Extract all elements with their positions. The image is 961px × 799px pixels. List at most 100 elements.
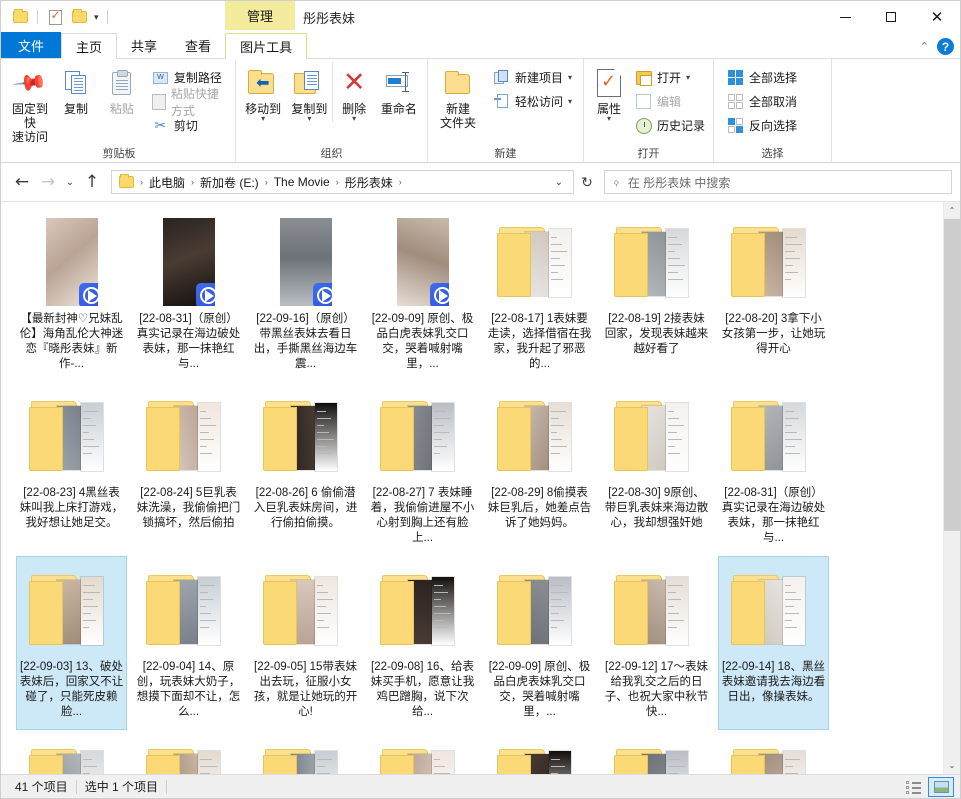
breadcrumb-folder-icon[interactable]: [114, 171, 139, 193]
paste-shortcut-icon: [151, 93, 166, 110]
breadcrumb-item-this-pc[interactable]: 此电脑: [144, 171, 190, 193]
qat-properties-icon[interactable]: [44, 6, 66, 28]
file-tile[interactable]: [22-08-27] 7 表妹睡着，我偷偷进屋不小心射到胸上还有脸上...: [367, 382, 478, 556]
back-button[interactable]: ←: [9, 169, 35, 195]
search-input[interactable]: 在 彤彤表妹 中搜索: [628, 174, 731, 191]
file-tile[interactable]: [22-09-09] 原创、极品白虎表妹乳交口交，哭着喊射嘴里，...: [484, 556, 595, 730]
large-icons-view-button[interactable]: [928, 776, 954, 797]
qat-new-folder-icon[interactable]: [68, 6, 90, 28]
file-grid: 【最新封神♡兄妹乱伦】海角乱伦大神迷恋『晓彤表妹』新作-... [22-08-31…: [1, 202, 943, 774]
recent-locations-button[interactable]: ⌄: [61, 169, 79, 195]
file-tile[interactable]: [22-11-16] 兄弟们，我回来了。这段时间发生了很多事情!: [250, 730, 361, 774]
file-tile[interactable]: [22-09-09] 原创、极品白虎表妹乳交口交，哭着喊射嘴里，...: [367, 208, 478, 382]
properties-button[interactable]: 属性 ▾: [588, 62, 630, 123]
edit-button[interactable]: 编辑: [632, 91, 708, 112]
address-dropdown-icon[interactable]: ⌄: [547, 177, 571, 188]
selection-count-label: 选中 1 个项目: [84, 780, 159, 794]
file-tile[interactable]: [22-08-30] 9原创、带巨乳表妹来海边散心，我却想强奸她: [601, 382, 712, 556]
rename-button[interactable]: 重命名: [375, 62, 423, 116]
refresh-button[interactable]: ↻: [574, 174, 600, 191]
file-tile[interactable]: [22-09-04] 14、原创，玩表妹大奶子，想摸下面却不让，怎么...: [133, 556, 244, 730]
select-all-button[interactable]: 全部选择: [724, 67, 800, 88]
file-tile[interactable]: [22-09-08] 16、给表妹买手机，愿意让我鸡巴蹭胸，说下次给...: [367, 556, 478, 730]
vertical-scrollbar[interactable]: ⌃ ⌄: [943, 202, 960, 774]
paste-button[interactable]: 粘贴: [99, 62, 145, 116]
easy-access-icon: [493, 93, 510, 110]
file-tile[interactable]: [22-08-31]（原创）真实记录在海边破处表妹，那一抹艳红与...: [718, 382, 829, 556]
maximize-button[interactable]: [868, 1, 914, 33]
copy-button[interactable]: 复制: [53, 62, 99, 116]
delete-button[interactable]: ✕ 删除 ▾: [332, 62, 374, 123]
scroll-down-button[interactable]: ⌄: [944, 757, 960, 774]
video-thumbnail: [279, 218, 332, 306]
history-button[interactable]: 历史记录: [632, 115, 708, 136]
minimize-button[interactable]: [822, 1, 868, 33]
open-caret[interactable]: ▾: [686, 73, 690, 81]
copy-to-caret[interactable]: ▾: [307, 115, 311, 123]
file-tile[interactable]: [22-08-31]（原创）真实记录在海边破处表妹，那一抹艳红与...: [133, 208, 244, 382]
paste-shortcut-button[interactable]: 粘贴快捷方式: [149, 87, 231, 118]
qat-customize-caret[interactable]: ▾: [92, 12, 101, 23]
new-item-caret[interactable]: ▾: [568, 73, 572, 81]
file-tile[interactable]: [484, 730, 595, 774]
select-none-button[interactable]: 全部取消: [724, 91, 800, 112]
close-button[interactable]: ✕: [914, 1, 960, 33]
move-to-button[interactable]: ⬅ 移动到 ▾: [240, 62, 286, 123]
properties-caret[interactable]: ▾: [607, 115, 611, 123]
file-tile-selected[interactable]: [22-09-14] 18、黑丝表妹邀请我去海边看日出，像操表妹。: [718, 556, 829, 730]
file-tile-selected[interactable]: [22-09-03] 13、破处表妹后，回家又不让碰了，只能死皮赖脸...: [16, 556, 127, 730]
new-folder-button[interactable]: 新建 文件夹: [432, 62, 484, 130]
scrollbar-track[interactable]: [944, 219, 960, 757]
folder-thumbnail-icon: [730, 397, 817, 475]
forward-button[interactable]: →: [35, 169, 61, 195]
breadcrumb[interactable]: › 此电脑 › 新加卷 (E:) › The Movie › 彤彤表妹 › ⌄: [111, 170, 574, 194]
file-tile[interactable]: [367, 730, 478, 774]
file-tile[interactable]: [22-08-17] 1表妹要走读，选择借宿在我家，我升起了邪恶的...: [484, 208, 595, 382]
collapse-ribbon-icon[interactable]: ⌃: [920, 40, 929, 53]
details-view-button[interactable]: [900, 777, 926, 797]
breadcrumb-item-the-movie[interactable]: The Movie: [269, 171, 335, 193]
help-icon[interactable]: ?: [937, 38, 954, 55]
breadcrumb-item-drive-e[interactable]: 新加卷 (E:): [195, 171, 264, 193]
tab-file[interactable]: 文件: [1, 32, 62, 58]
delete-caret[interactable]: ▾: [352, 115, 356, 123]
open-button[interactable]: 打开 ▾: [632, 67, 708, 88]
scroll-up-button[interactable]: ⌃: [944, 202, 960, 219]
move-to-caret[interactable]: ▾: [261, 115, 265, 123]
file-name-label: [22-09-05] 15带表妹出去玩，征服小女孩，就是让她玩的开心!: [253, 661, 358, 718]
new-item-button[interactable]: 新建项目 ▾: [490, 67, 575, 88]
scrollbar-thumb[interactable]: [944, 219, 960, 532]
copy-to-button[interactable]: 复制到 ▾: [286, 62, 332, 123]
tab-picture-tools[interactable]: 图片工具: [225, 33, 308, 59]
file-tile[interactable]: [22-09-12] 17～表妹给我乳交之后的日子、也祝大家中秋节快...: [601, 556, 712, 730]
file-tile[interactable]: [22-09-16]（原创）带黑丝表妹去看日出，手撕黑丝海边车震...: [250, 208, 361, 382]
file-tile[interactable]: [601, 730, 712, 774]
file-tile[interactable]: [22-08-20] 3拿下小女孩第一步，让她玩得开心: [718, 208, 829, 382]
up-button[interactable]: ↑: [79, 169, 105, 195]
file-tile[interactable]: [22-08-26] 6 偷偷潜入巨乳表妹房间，进行偷拍偷摸。: [250, 382, 361, 556]
file-tile[interactable]: [22-08-29] 8偷摸表妹巨乳后，她差点告诉了她妈妈。: [484, 382, 595, 556]
pin-to-quick-access-button[interactable]: 📌 固定到快 速访问: [7, 62, 53, 144]
tab-share[interactable]: 共享: [117, 32, 171, 58]
invert-selection-button[interactable]: 反向选择: [724, 115, 800, 136]
file-tile[interactable]: [22-09-20] 19和表妹回家，和表妹在屋里干坏事结果她妈妈...: [133, 730, 244, 774]
breadcrumb-sep-4[interactable]: ›: [398, 177, 403, 187]
file-tile[interactable]: 【最新封神♡兄妹乱伦】海角乱伦大神迷恋『晓彤表妹』新作-...: [16, 208, 127, 382]
file-tile[interactable]: [22-08-23] 4黑丝表妹叫我上床打游戏，我好想让她足交。: [16, 382, 127, 556]
easy-access-caret[interactable]: ▾: [568, 97, 572, 105]
file-tile[interactable]: [22-09-16]（原创）带黑丝表妹去看日出，手撕黑丝海边车震...: [16, 730, 127, 774]
file-tile[interactable]: [22-09-05] 15带表妹出去玩，征服小女孩，就是让她玩的开心!: [250, 556, 361, 730]
file-tile[interactable]: [22-08-19] 2接表妹回家，发现表妹越来越好看了: [601, 208, 712, 382]
file-tile[interactable]: [22-08-24] 5巨乳表妹洗澡，我偷偷把门锁搞坏，然后偷拍: [133, 382, 244, 556]
breadcrumb-item-current[interactable]: 彤彤表妹: [340, 171, 398, 193]
tab-home[interactable]: 主页: [61, 33, 118, 59]
search-box[interactable]: ⌕ 在 彤彤表妹 中搜索: [604, 170, 952, 194]
select-all-label: 全部选择: [749, 71, 798, 85]
tab-view[interactable]: 查看: [171, 32, 225, 58]
file-tile[interactable]: [718, 730, 829, 774]
easy-access-button[interactable]: 轻松访问 ▾: [490, 91, 575, 112]
cut-button[interactable]: ✂ 剪切: [149, 115, 231, 136]
video-play-badge-icon: [195, 283, 215, 306]
file-list-view[interactable]: 【最新封神♡兄妹乱伦】海角乱伦大神迷恋『晓彤表妹』新作-... [22-08-31…: [1, 202, 943, 774]
qat-folder-icon[interactable]: [9, 6, 31, 28]
